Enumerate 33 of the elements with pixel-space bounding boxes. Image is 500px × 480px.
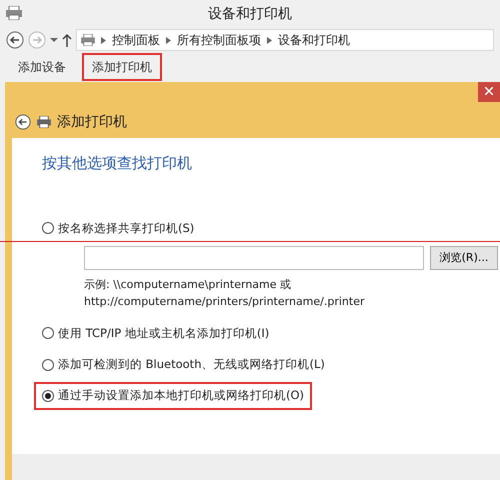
chevron-icon [101,36,106,44]
radio-option[interactable]: 通过手动设置添加本地打印机或网络打印机(O) [34,382,312,410]
close-button[interactable] [478,82,500,102]
up-arrow-icon[interactable] [62,33,72,47]
back-icon[interactable] [6,31,24,49]
radio-button[interactable] [42,327,54,340]
radio-option[interactable]: 按名称选择共享打印机(S) [34,214,202,242]
example-text: http://computername/printers/printername/.printer [84,294,366,310]
dialog-heading: 按其他选项查找打印机 [42,153,193,174]
back-icon[interactable] [15,114,31,130]
window-title: 设备和打印机 [208,5,292,24]
close-icon [485,87,493,96]
chevron-icon [166,36,171,44]
printer-icon [6,6,22,20]
printer-icon [81,34,95,46]
breadcrumb-item[interactable]: 设备和打印机 [278,31,350,49]
printer-icon [37,116,51,128]
example-text: 示例: \\computername\printername 或 [84,276,292,293]
radio-option[interactable]: 使用 TCP/IP 地址或主机名添加打印机(I) [34,320,278,347]
radio-option[interactable]: 添加可检测到的 Bluetooth、无线或网络打印机(L) [34,351,333,378]
toolbar-button[interactable]: 添加设备 [8,53,76,81]
browse-button[interactable]: 浏览(R)... [430,246,498,270]
breadcrumb-item[interactable]: 控制面板 [112,31,160,49]
radio-button[interactable] [42,358,54,371]
name-input-field[interactable] [84,246,424,270]
address-bar[interactable]: 控制面板 所有控制面板项 设备和打印机 [76,29,494,51]
radio-button[interactable] [42,390,54,402]
radio-button[interactable] [42,222,54,234]
toolbar-button[interactable]: 添加打印机 [82,53,162,81]
breadcrumb-item[interactable]: 所有控制面板项 [177,31,261,49]
dialog-title: 添加打印机 [57,112,127,132]
chevron-icon [267,36,272,44]
dropdown-icon[interactable] [50,37,58,43]
